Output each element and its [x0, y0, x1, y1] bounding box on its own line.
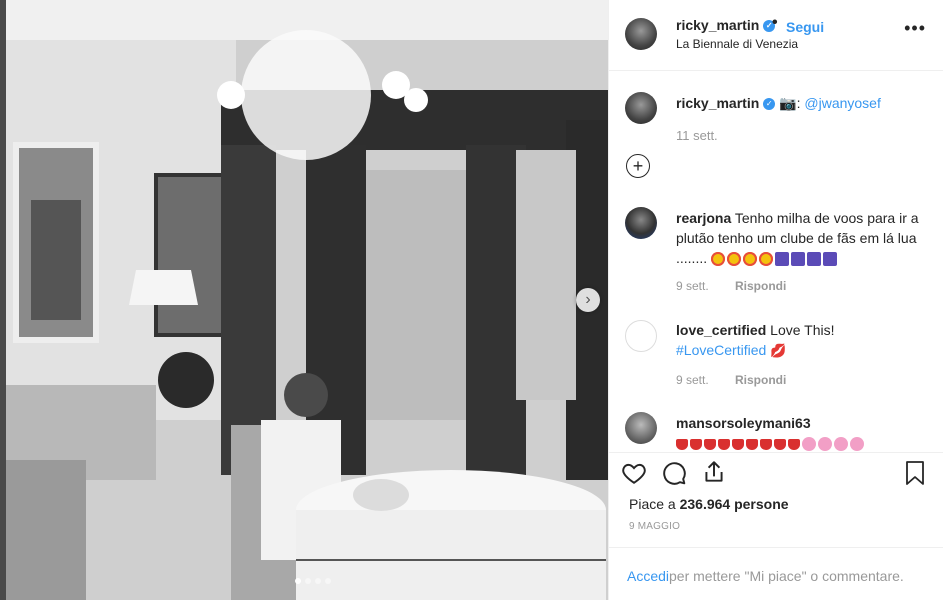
music-emoji-icon	[775, 252, 790, 267]
music-emoji-icon	[791, 252, 806, 267]
music-emoji-icon	[807, 252, 822, 267]
avatar[interactable]	[625, 320, 657, 352]
kiss-emoji-icon: 💋	[770, 343, 787, 358]
comment-icon[interactable]	[661, 460, 687, 486]
comment-time[interactable]: 9 sett.	[676, 373, 709, 387]
red-heart-emoji-icon	[676, 438, 688, 450]
next-photo-button[interactable]: ›	[576, 288, 600, 312]
red-heart-emoji-icon	[788, 438, 800, 450]
avatar[interactable]	[625, 18, 657, 50]
red-heart-emoji-icon	[732, 438, 744, 450]
comment-username[interactable]: mansorsoleymani63	[676, 415, 811, 431]
flower-emoji-icon	[802, 437, 816, 452]
post-date[interactable]: 9 MAGGIO	[629, 521, 680, 532]
header-username[interactable]: ricky_martin	[676, 17, 759, 33]
comment-username[interactable]: love_certified	[676, 322, 766, 338]
caption-mention[interactable]: @jwanyosef	[804, 95, 880, 111]
red-heart-emoji-icon	[746, 438, 758, 450]
likes-prefix: Piace a	[629, 496, 676, 512]
comment-time[interactable]: 9 sett.	[676, 279, 709, 293]
likes-count[interactable]: Piace a 236.964 persone	[629, 496, 789, 512]
carousel-dot	[325, 578, 331, 584]
carousel-dot-active	[295, 578, 301, 584]
red-heart-emoji-icon	[774, 438, 786, 450]
red-heart-emoji-icon	[760, 438, 772, 450]
red-heart-emoji-icon	[690, 438, 702, 450]
avatar[interactable]	[625, 92, 657, 124]
emoji-row	[676, 435, 866, 452]
flower-emoji-icon	[818, 437, 832, 452]
likes-number: 236.964	[679, 496, 731, 512]
post-photo[interactable]: ›	[6, 0, 608, 600]
heart-eyes-emoji-icon	[711, 252, 726, 267]
caption-text: :	[796, 95, 801, 111]
avatar[interactable]	[625, 207, 657, 239]
comment: love_certified Love This! #LoveCertified…	[676, 320, 931, 361]
heart-eyes-emoji-icon	[759, 252, 774, 267]
carousel-dot	[315, 578, 321, 584]
verified-check-icon: ✓	[763, 98, 776, 111]
post-actions: Piace a 236.964 persone 9 MAGGIO Accedi …	[609, 452, 943, 601]
carousel-dot	[305, 578, 311, 584]
reply-button[interactable]: Rispondi	[735, 373, 786, 387]
music-emoji-icon	[823, 252, 838, 267]
separator-dot: •	[772, 14, 778, 31]
share-icon[interactable]	[701, 459, 727, 485]
emoji-row	[711, 250, 839, 267]
chevron-right-icon: ›	[585, 291, 591, 308]
location-link[interactable]: La Biennale di Venezia	[676, 37, 798, 51]
login-link[interactable]: Accedi	[627, 568, 669, 584]
comments-section: ricky_martin ✓ 📷: @jwanyosef 11 sett. + r…	[609, 70, 943, 452]
post-header: ricky_martin ✓ • Segui La Biennale di Ven…	[609, 0, 943, 71]
comment-text: Love This!	[770, 322, 835, 338]
likes-suffix: persone	[734, 496, 789, 512]
caption: ricky_martin ✓ 📷: @jwanyosef	[676, 93, 931, 113]
comment-username[interactable]: rearjona	[676, 210, 731, 226]
avatar[interactable]	[625, 412, 657, 444]
login-prompt: Accedi per mettere "Mi piace" o commenta…	[609, 547, 943, 602]
heart-eyes-emoji-icon	[743, 252, 758, 267]
comment: mansorsoleymani63	[676, 413, 931, 452]
caption-username[interactable]: ricky_martin	[676, 95, 759, 111]
caption-time[interactable]: 11 sett.	[676, 128, 718, 143]
more-options-icon[interactable]: •••	[904, 18, 926, 39]
hotel-room-photo	[6, 0, 608, 600]
camera-emoji: 📷	[779, 95, 797, 111]
reply-button[interactable]: Rispondi	[735, 279, 786, 293]
flower-emoji-icon	[834, 437, 848, 452]
login-prompt-text: per mettere "Mi piace" o commentare.	[669, 568, 904, 584]
carousel-indicator	[295, 578, 331, 584]
red-heart-emoji-icon	[704, 438, 716, 450]
comment-hashtag[interactable]: #LoveCertified	[676, 342, 766, 358]
bookmark-icon[interactable]	[903, 460, 927, 486]
follow-button[interactable]: Segui	[786, 19, 824, 35]
heart-icon[interactable]	[621, 460, 647, 486]
post-side-panel: ricky_martin ✓ • Segui La Biennale di Ven…	[608, 0, 943, 600]
flower-emoji-icon	[850, 437, 864, 452]
heart-eyes-emoji-icon	[727, 252, 742, 267]
comment: rearjona Tenho milha de voos para ir a p…	[676, 208, 931, 268]
plus-circle-icon[interactable]: +	[626, 154, 650, 178]
red-heart-emoji-icon	[718, 438, 730, 450]
